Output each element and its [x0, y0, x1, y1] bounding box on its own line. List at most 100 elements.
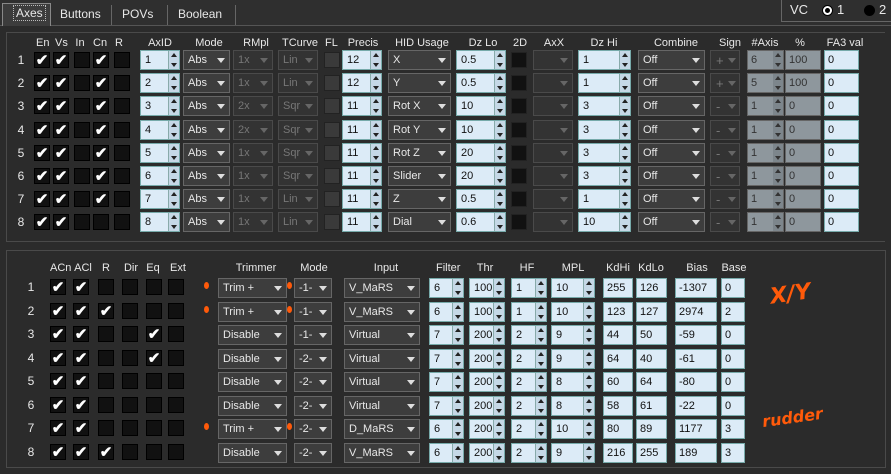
mode-dropdown[interactable]: -2-	[294, 442, 332, 463]
input-dropdown[interactable]: Virtual	[344, 348, 420, 369]
mode-dropdown[interactable]: -2-	[294, 372, 332, 392]
hf-spinner[interactable]: 1	[511, 278, 547, 298]
axid-spinner[interactable]: 5	[140, 142, 180, 163]
axid-spinner[interactable]: 1	[140, 50, 180, 70]
checkbox-dir[interactable]	[122, 443, 138, 460]
trimmer-dropdown[interactable]: Trim +	[218, 278, 287, 298]
spin-arrows-icon[interactable]	[493, 396, 504, 415]
checkbox-dir[interactable]	[122, 302, 138, 319]
spin-arrows-icon[interactable]	[494, 213, 505, 232]
mode-dropdown[interactable]: -2-	[294, 395, 332, 416]
checkbox-en[interactable]: ✔	[34, 191, 50, 208]
vc-radio-1[interactable]	[822, 5, 833, 16]
dzhi-spinner[interactable]: 3	[578, 142, 631, 163]
fa3-field[interactable]: 0	[824, 73, 859, 94]
spin-arrows-icon[interactable]	[452, 326, 463, 344]
checkbox-eq[interactable]	[146, 443, 162, 460]
spin-arrows-icon[interactable]	[168, 143, 179, 162]
spin-arrows-icon[interactable]	[494, 143, 505, 162]
checkbox-acn[interactable]: ✔	[50, 420, 66, 436]
spin-arrows-icon[interactable]	[583, 302, 594, 321]
checkbox-vs[interactable]: ✔	[53, 121, 69, 138]
thr-spinner[interactable]: 100	[469, 278, 505, 298]
input-dropdown[interactable]: V_MaRS	[344, 301, 420, 322]
bias-field[interactable]: -1307	[675, 278, 717, 298]
filter-spinner[interactable]: 7	[429, 372, 464, 392]
checkbox-ext[interactable]	[168, 420, 184, 436]
checkbox-acn[interactable]: ✔	[50, 373, 66, 389]
spin-arrows-icon[interactable]	[370, 74, 381, 93]
dzhi-spinner[interactable]: 1	[578, 73, 631, 94]
spin-arrows-icon[interactable]	[493, 302, 504, 321]
precis-spinner[interactable]: 11	[342, 142, 382, 163]
checkbox-in[interactable]	[74, 75, 90, 92]
checkbox-eq[interactable]	[146, 396, 162, 413]
spin-arrows-icon[interactable]	[535, 326, 546, 344]
spin-arrows-icon[interactable]	[583, 326, 594, 344]
thr-spinner[interactable]: 200	[469, 348, 505, 369]
kdhi-field[interactable]: 216	[603, 442, 633, 463]
twod-checkbox[interactable]	[511, 98, 527, 115]
checkbox-in[interactable]	[74, 191, 90, 208]
spin-arrows-icon[interactable]	[493, 326, 504, 344]
spin-arrows-icon[interactable]	[493, 443, 504, 462]
spin-arrows-icon[interactable]	[535, 373, 546, 391]
dzlo-spinner[interactable]: 10	[456, 119, 506, 140]
filter-spinner[interactable]: 6	[429, 301, 464, 322]
checkbox-eq[interactable]	[146, 302, 162, 319]
spin-arrows-icon[interactable]	[168, 190, 179, 209]
spin-arrows-icon[interactable]	[370, 51, 381, 69]
base-field[interactable]: 0	[721, 372, 745, 392]
fl-checkbox[interactable]	[324, 121, 340, 138]
checkbox-dir[interactable]	[122, 349, 138, 366]
thr-spinner[interactable]: 100	[469, 301, 505, 322]
checkbox-r[interactable]	[114, 121, 130, 138]
axes-scrollbar[interactable]	[885, 32, 891, 242]
mpl-spinner[interactable]: 8	[551, 395, 595, 416]
checkbox-acn[interactable]: ✔	[50, 349, 66, 366]
checkbox-vs[interactable]: ✔	[53, 214, 69, 231]
fl-checkbox[interactable]	[324, 75, 340, 92]
spin-arrows-icon[interactable]	[493, 279, 504, 297]
kdhi-field[interactable]: 255	[603, 278, 633, 298]
mode-dropdown[interactable]: Abs	[183, 142, 230, 163]
fl-checkbox[interactable]	[324, 52, 340, 68]
spin-arrows-icon[interactable]	[494, 167, 505, 185]
checkbox-r[interactable]	[98, 349, 114, 366]
spin-arrows-icon[interactable]	[494, 51, 505, 69]
checkbox-eq[interactable]: ✔	[146, 326, 162, 342]
filter-spinner[interactable]: 7	[429, 325, 464, 345]
trimmer-dropdown[interactable]: Disable	[218, 442, 287, 463]
bias-field[interactable]: 2974	[675, 301, 717, 322]
twod-checkbox[interactable]	[511, 75, 527, 92]
mpl-spinner[interactable]: 8	[551, 372, 595, 392]
checkbox-acl[interactable]: ✔	[73, 373, 89, 389]
spin-arrows-icon[interactable]	[535, 279, 546, 297]
spin-arrows-icon[interactable]	[370, 120, 381, 139]
fa3-field[interactable]: 0	[824, 50, 859, 70]
checkbox-in[interactable]	[74, 121, 90, 138]
mode-dropdown[interactable]: -1-	[294, 301, 332, 322]
bias-field[interactable]: -59	[675, 325, 717, 345]
mode-dropdown[interactable]: -2-	[294, 348, 332, 369]
hf-spinner[interactable]: 2	[511, 395, 547, 416]
checkbox-cn[interactable]: ✔	[93, 98, 109, 115]
kdhi-field[interactable]: 123	[603, 301, 633, 322]
precis-spinner[interactable]: 11	[342, 119, 382, 140]
trimmer-dropdown[interactable]: Disable	[218, 348, 287, 369]
dzhi-spinner[interactable]: 1	[578, 189, 631, 210]
mpl-spinner[interactable]: 9	[551, 442, 595, 463]
twod-checkbox[interactable]	[511, 214, 527, 231]
spin-arrows-icon[interactable]	[494, 97, 505, 116]
dzhi-spinner[interactable]: 1	[578, 50, 631, 70]
filter-spinner[interactable]: 7	[429, 348, 464, 369]
combine-dropdown[interactable]: Off	[638, 142, 705, 163]
mpl-spinner[interactable]: 9	[551, 325, 595, 345]
precis-spinner[interactable]: 11	[342, 166, 382, 186]
dzhi-spinner[interactable]: 10	[578, 212, 631, 233]
base-field[interactable]: 2	[721, 301, 745, 322]
base-field[interactable]: 0	[721, 348, 745, 369]
fa3-field[interactable]: 0	[824, 166, 859, 186]
spin-arrows-icon[interactable]	[452, 443, 463, 462]
tab-axes[interactable]: Axes	[2, 3, 51, 26]
